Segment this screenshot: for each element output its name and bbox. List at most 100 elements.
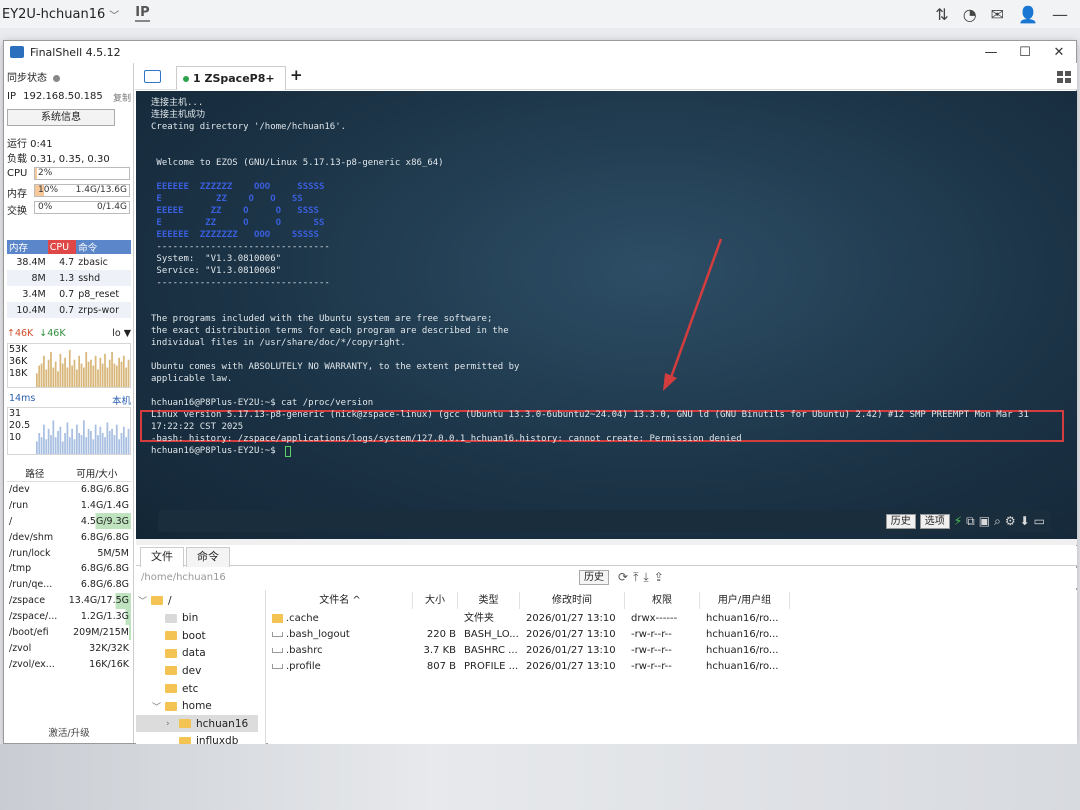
tree-node[interactable]: boot xyxy=(136,627,258,644)
host-title[interactable]: EY2U-hchuan16 ﹀ xyxy=(0,7,119,22)
disk-header-path[interactable]: 路径 xyxy=(7,465,63,482)
net-scale-low: 18K xyxy=(9,368,28,379)
file-column-header[interactable]: 用户/用户组 xyxy=(700,592,790,609)
tab-files[interactable]: 文件 xyxy=(140,547,184,567)
disk-row[interactable]: /dev 6.8G/6.8G xyxy=(7,482,131,498)
disk-row[interactable]: /run/lock 5M/5M xyxy=(7,545,131,561)
proc-header-mem[interactable]: 内存 xyxy=(7,240,48,254)
ip-icon[interactable]: IP xyxy=(135,6,150,22)
terminal-toolbar: 历史 选项 ⚡ ⧉ ▣ ⌕ ⚙ ⬇ ▭ xyxy=(158,510,1051,532)
folder-icon[interactable] xyxy=(144,70,161,83)
path-input[interactable]: /home/hchuan16 xyxy=(141,572,226,583)
disk-row[interactable]: /run/qe... 6.8G/6.8G xyxy=(7,577,131,593)
panel-splitter[interactable] xyxy=(136,539,1077,545)
tree-node[interactable]: bin xyxy=(136,610,258,627)
grid-layout-icon[interactable] xyxy=(1057,71,1071,83)
disk-row[interactable]: / 4.5G/9.3G xyxy=(7,513,131,530)
download-icon[interactable]: ⤓ xyxy=(643,570,648,585)
tree-node[interactable]: influxdb xyxy=(136,733,258,744)
paste-icon[interactable]: ▣ xyxy=(979,514,990,528)
up-dir-icon[interactable]: ⤒ xyxy=(633,570,638,585)
upload-icon[interactable]: ⇪ xyxy=(654,570,664,585)
disk-row[interactable]: /zvol/ex... 16K/16K xyxy=(7,656,131,672)
tree-node[interactable]: dev xyxy=(136,662,258,679)
tab-commands[interactable]: 命令 xyxy=(186,547,230,567)
file-name[interactable]: .cache xyxy=(272,611,409,627)
file-column-header[interactable]: 类型 xyxy=(458,592,520,609)
chevron-down-icon[interactable]: ﹀ xyxy=(152,700,161,713)
latency-bar xyxy=(122,426,125,454)
system-info-button[interactable]: 系统信息 xyxy=(7,109,115,126)
finalshell-window: FinalShell 4.5.12 — ☐ ✕ 同步状态 IP 192.168.… xyxy=(3,40,1077,744)
close-button[interactable]: ✕ xyxy=(1042,45,1076,60)
tab-session-zspace[interactable]: 1 ZSpaceP8+ xyxy=(176,66,286,90)
file-column-header[interactable]: 文件名 ^ xyxy=(268,592,413,609)
process-table: 内存 CPU 命令 38.4M 4.7 zbasic 8M 1.3 sshd 3.4M 0.7… xyxy=(7,240,131,318)
latency-bar xyxy=(73,439,76,454)
network-bar xyxy=(78,355,81,387)
options-button[interactable]: 选项 xyxy=(919,513,950,529)
refresh-icon[interactable]: ⟳ xyxy=(618,570,628,585)
process-row[interactable]: 10.4M 0.7 zrps-wor xyxy=(7,302,131,318)
file-owner: hchuan16/ro... xyxy=(706,629,779,640)
lat-scale-top: 31 xyxy=(9,408,22,419)
speedometer-icon[interactable]: ◔ xyxy=(963,5,977,24)
disk-row[interactable]: /zvol 32K/32K xyxy=(7,640,131,656)
file-column-header[interactable]: 权限 xyxy=(625,592,700,609)
process-row[interactable]: 8M 1.3 sshd xyxy=(7,270,131,286)
file-name[interactable]: .bashrc xyxy=(272,643,409,659)
chevron-down-icon[interactable]: ﹀ xyxy=(109,7,119,22)
user-icon[interactable]: 👤 xyxy=(1018,5,1038,24)
minimize-icon[interactable]: — xyxy=(1052,5,1068,24)
search-icon[interactable]: ⌕ xyxy=(994,514,1001,529)
minimize-button[interactable]: — xyxy=(974,45,1008,60)
tree-node[interactable]: ﹀ home xyxy=(136,698,258,715)
lightning-icon[interactable]: ⚡ xyxy=(954,514,962,528)
memory-label: 内存 xyxy=(7,189,27,200)
gear-icon[interactable]: ⚙ xyxy=(1005,514,1016,528)
chevron-down-icon[interactable]: ﹀ xyxy=(138,594,147,607)
file-column-header[interactable]: 修改时间 xyxy=(520,592,625,609)
tree-node[interactable]: data xyxy=(136,645,258,662)
proc-header-cmd[interactable]: 命令 xyxy=(76,240,131,254)
history-button[interactable]: 历史 xyxy=(885,513,916,529)
proc-header-cpu[interactable]: CPU xyxy=(47,240,77,254)
window-icon[interactable]: ▭ xyxy=(1034,514,1045,528)
add-tab-button[interactable]: + xyxy=(290,66,303,84)
cpu-meter-fill xyxy=(35,168,37,179)
path-actions: ⟳ ⤒ ⤓ ⇪ xyxy=(618,570,664,585)
process-row[interactable]: 3.4M 0.7 p8_reset xyxy=(7,286,131,302)
mail-icon[interactable]: ✉ xyxy=(991,5,1004,24)
disk-row[interactable]: /tmp 6.8G/6.8G xyxy=(7,561,131,577)
activate-upgrade-link[interactable]: 激活/升级 xyxy=(4,725,134,739)
latency-ms: 14ms xyxy=(9,393,36,404)
file-column-header[interactable]: 大小 xyxy=(413,592,458,609)
process-row[interactable]: 38.4M 4.7 zbasic xyxy=(7,254,131,270)
disk-header-size[interactable]: 可用/大小 xyxy=(62,465,131,482)
latency-local[interactable]: 本机 xyxy=(112,393,131,407)
path-history-button[interactable]: 历史 xyxy=(579,570,609,585)
download-icon[interactable]: ⬇ xyxy=(1020,514,1030,528)
disk-row[interactable]: /zspace 13.4G/17.5G xyxy=(7,592,131,609)
disk-row[interactable]: /run 1.4G/1.4G xyxy=(7,497,131,513)
disk-row[interactable]: /dev/shm 6.8G/6.8G xyxy=(7,529,131,545)
file-name[interactable]: .bash_logout xyxy=(272,627,409,643)
tree-node[interactable]: › hchuan16 xyxy=(136,715,258,733)
disk-row[interactable]: /boot/efi 209M/215M xyxy=(7,624,131,641)
chevron-right-icon[interactable]: › xyxy=(166,719,174,729)
tree-node[interactable]: ﹀ / xyxy=(136,592,258,609)
maximize-button[interactable]: ☐ xyxy=(1008,45,1042,60)
disk-path: /run xyxy=(9,499,29,511)
transfer-icon[interactable]: ⇅ xyxy=(935,5,948,24)
cpu-label: CPU xyxy=(7,168,28,179)
process-cpu: 4.7 xyxy=(59,256,75,268)
copy-ip-link[interactable]: 复制 xyxy=(113,91,131,104)
file-name[interactable]: .profile xyxy=(272,659,409,675)
terminal[interactable]: 历史 选项 ⚡ ⧉ ▣ ⌕ ⚙ ⬇ ▭ 连接主机... 连接主机成功 Creatin… xyxy=(136,91,1077,539)
net-interface-select[interactable]: lo ▼ xyxy=(112,328,131,339)
disk-row[interactable]: /zspace/... 1.2G/1.3G xyxy=(7,608,131,625)
latency-bar xyxy=(125,437,128,454)
tree-node[interactable]: etc xyxy=(136,680,258,697)
copy-icon[interactable]: ⧉ xyxy=(966,514,975,529)
network-bar xyxy=(50,351,52,387)
